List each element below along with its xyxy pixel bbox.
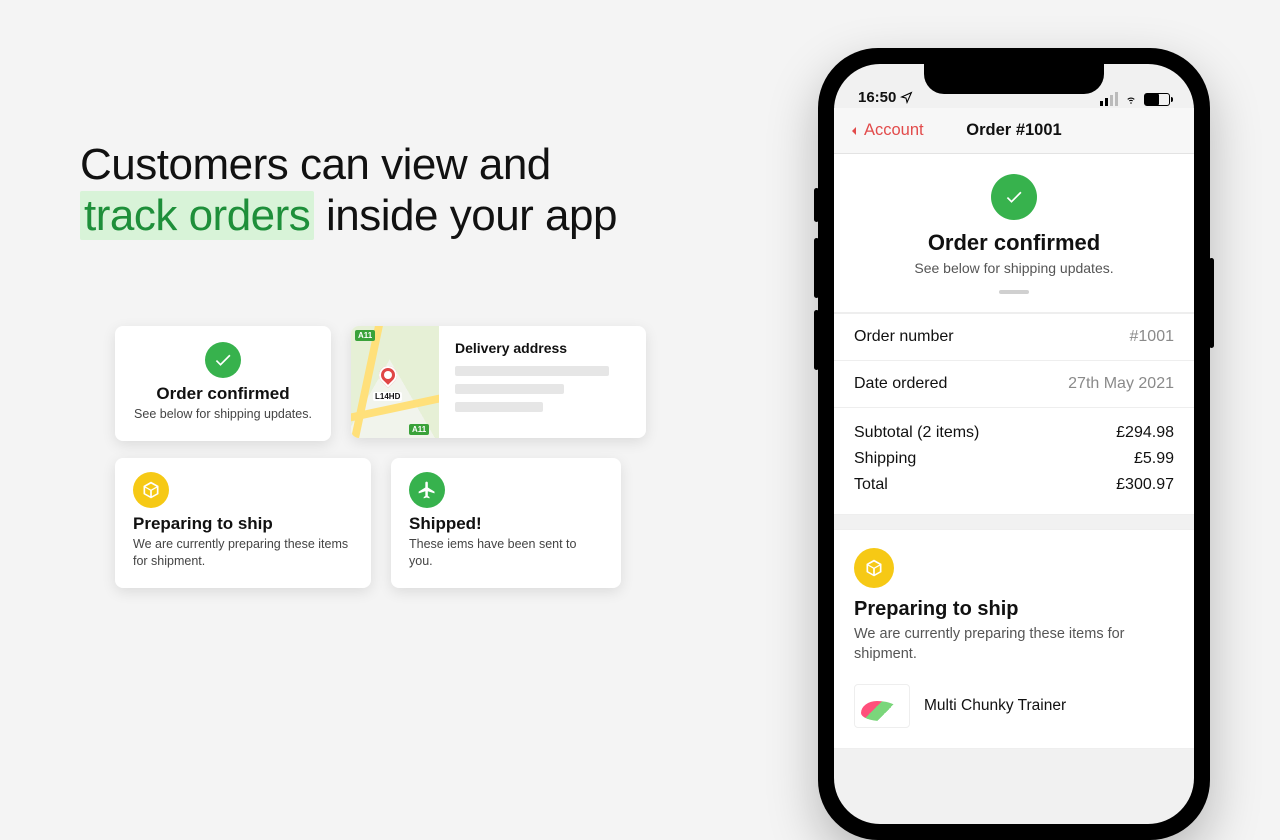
phone-side-button [1209, 258, 1214, 348]
card-title: Order confirmed [133, 384, 313, 404]
row-label: Date ordered [854, 375, 947, 393]
nav-bar: Account Order #1001 [834, 108, 1194, 154]
map-thumbnail: A11 A11 L14HD [351, 326, 439, 438]
card-title: Preparing to ship [133, 514, 353, 534]
headline-part2: inside your app [326, 191, 617, 240]
row-label: Total [854, 476, 888, 494]
card-title: Shipped! [409, 514, 603, 534]
row-value: £5.99 [1134, 450, 1174, 468]
row-label: Order number [854, 328, 954, 346]
phone-side-button [814, 238, 819, 298]
row-label: Shipping [854, 450, 916, 468]
package-icon [854, 548, 894, 588]
hero-title: Order confirmed [854, 230, 1174, 256]
card-shipped: Shipped! These iems have been sent to yo… [391, 458, 621, 588]
road-badge-icon: A11 [355, 330, 375, 341]
phone-frame: 16:50 Account Order #1001 Order confirme… [818, 48, 1210, 840]
row-value: £300.97 [1116, 476, 1174, 494]
back-label: Account [864, 121, 924, 140]
signal-icon [1100, 92, 1118, 106]
battery-icon [1144, 93, 1170, 106]
order-details: Order number #1001 Date ordered 27th May… [834, 312, 1194, 515]
row-value: 27th May 2021 [1068, 375, 1174, 393]
order-hero: Order confirmed See below for shipping u… [834, 153, 1194, 313]
headline-emph: track orders [80, 191, 314, 240]
row-label: Subtotal (2 items) [854, 424, 979, 442]
phone-side-button [814, 310, 819, 370]
ship-sub: We are currently preparing these items f… [854, 625, 1174, 664]
product-row[interactable]: Multi Chunky Trainer [834, 684, 1194, 749]
map-postcode: L14HD [373, 392, 402, 401]
road-badge-icon: A11 [409, 424, 429, 435]
card-preparing: Preparing to ship We are currently prepa… [115, 458, 371, 588]
card-sub: We are currently preparing these items f… [133, 536, 353, 570]
product-name: Multi Chunky Trainer [924, 697, 1066, 715]
grab-handle-icon [999, 290, 1029, 294]
placeholder-line [455, 366, 609, 376]
check-icon [991, 174, 1037, 220]
headline: Customers can view and track orders insi… [80, 140, 617, 241]
shipping-section: Preparing to ship We are currently prepa… [834, 529, 1194, 685]
check-icon [205, 342, 241, 378]
map-pin-icon [375, 362, 400, 387]
card-title: Delivery address [455, 340, 630, 356]
row-value: #1001 [1130, 328, 1175, 346]
hero-sub: See below for shipping updates. [854, 260, 1174, 276]
card-sub: See below for shipping updates. [133, 406, 313, 423]
card-sub: These iems have been sent to you. [409, 536, 603, 570]
phone-side-button [814, 188, 819, 222]
status-time: 16:50 [858, 89, 896, 106]
row-date-ordered: Date ordered 27th May 2021 [834, 360, 1194, 407]
ship-title: Preparing to ship [854, 598, 1174, 621]
placeholder-line [455, 384, 564, 394]
phone-notch [924, 64, 1104, 94]
chevron-left-icon [846, 123, 862, 139]
row-order-number: Order number #1001 [834, 313, 1194, 360]
product-thumbnail [854, 684, 910, 728]
phone-screen: 16:50 Account Order #1001 Order confirme… [834, 64, 1194, 824]
back-button[interactable]: Account [846, 121, 924, 140]
location-icon [900, 91, 913, 104]
wifi-icon [1123, 93, 1139, 105]
row-subtotal: Subtotal (2 items) £294.98 [854, 420, 1174, 446]
card-order-confirmed: Order confirmed See below for shipping u… [115, 326, 331, 441]
row-shipping: Shipping £5.99 [854, 446, 1174, 472]
package-icon [133, 472, 169, 508]
nav-title: Order #1001 [966, 121, 1061, 140]
card-delivery-address: A11 A11 L14HD Delivery address [351, 326, 646, 438]
headline-part1: Customers can view and [80, 140, 551, 189]
placeholder-line [455, 402, 543, 412]
row-value: £294.98 [1116, 424, 1174, 442]
row-total: Total £300.97 [854, 472, 1174, 498]
totals: Subtotal (2 items) £294.98 Shipping £5.9… [834, 407, 1194, 514]
plane-icon [409, 472, 445, 508]
